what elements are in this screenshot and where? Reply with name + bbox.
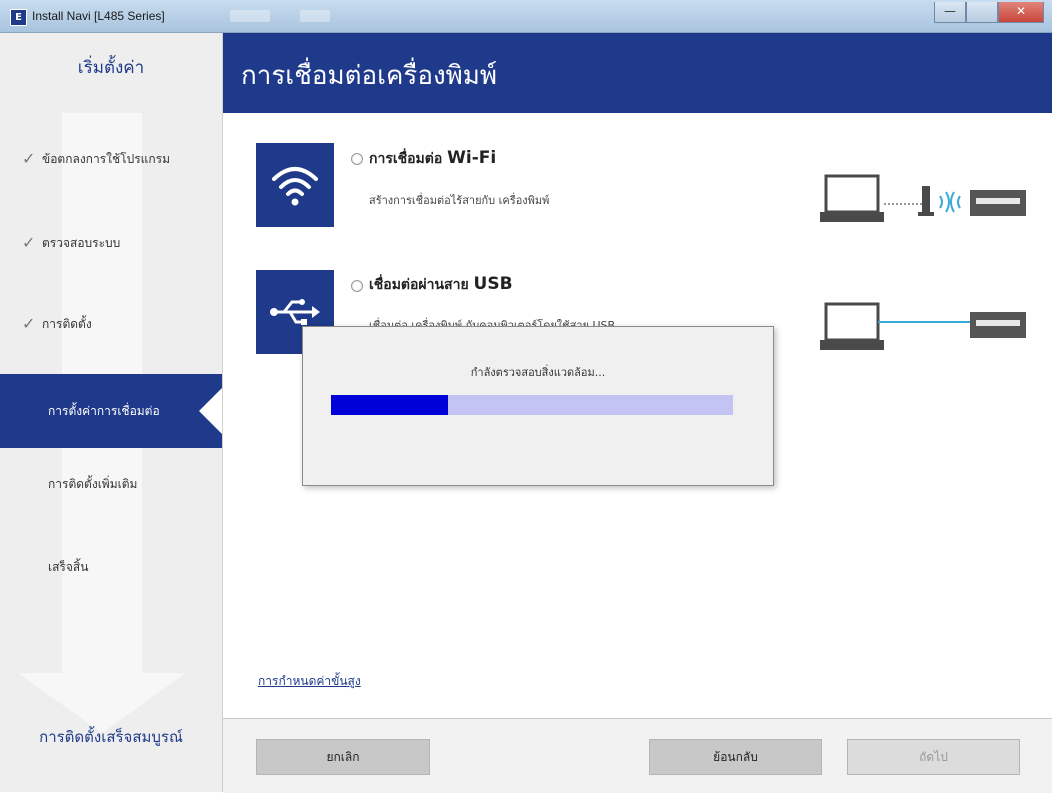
usb-radio[interactable] — [351, 280, 363, 292]
usb-option-description: เชื่อมต่อ เครื่องพิมพ์ กับคอมพิวเตอร์โดย… — [369, 319, 616, 326]
window-controls: — ✕ — [934, 2, 1044, 23]
sidebar-step-install: ✓ การติดตั้ง — [0, 304, 222, 344]
sidebar-step-connection-setup: การตั้งค่าการเชื่อมต่อ — [0, 374, 222, 448]
sidebar-step-label: เสร็จสิ้น — [48, 560, 89, 574]
wifi-option-title-suffix: Wi-Fi — [447, 148, 497, 168]
wifi-connection-illustration — [820, 174, 1026, 222]
window-titlebar: E Install Navi [L485 Series] — ✕ — [0, 0, 1052, 33]
next-button[interactable]: ถัดไป — [847, 739, 1020, 775]
progress-bar-fill — [331, 395, 448, 415]
sidebar-heading: เริ่มตั้งค่า — [77, 58, 145, 78]
progress-bar — [331, 395, 733, 415]
footer-bar: ยกเลิก ย้อนกลับ ถัดไป — [223, 718, 1052, 793]
page-header: การเชื่อมต่อเครื่องพิมพ์ — [223, 33, 1052, 113]
sidebar-footer-status: การติดตั้งเสร็จสมบูรณ์ — [39, 728, 183, 746]
sidebar-step-system-check: ✓ ตรวจสอบระบบ — [0, 223, 222, 263]
sidebar-step-label: ตรวจสอบระบบ — [42, 236, 121, 250]
progress-dialog: กำลังตรวจสอบสิ่งแวดล้อม... — [302, 326, 774, 486]
cancel-button[interactable]: ยกเลิก — [256, 739, 430, 775]
titlebar-decoration — [300, 10, 330, 22]
advanced-settings-link[interactable]: การกำหนดค่าขั้นสูง — [258, 672, 361, 691]
wifi-option-description: สร้างการเชื่อมต่อไร้สายกับ เครื่องพิมพ์ — [369, 194, 550, 207]
dialog-message: กำลังตรวจสอบสิ่งแวดล้อม... — [470, 366, 606, 379]
checkmark-icon: ✓ — [22, 314, 36, 333]
wifi-option-title-prefix: การเชื่อมต่อ — [369, 151, 443, 167]
wifi-option-title[interactable]: การเชื่อมต่อ Wi-Fi — [369, 148, 496, 170]
minimize-button[interactable]: — — [934, 2, 966, 23]
close-button[interactable]: ✕ — [998, 2, 1044, 23]
sidebar: เริ่มตั้งค่า ✓ ข้อตกลงการใช้โปรแกรม ✓ ตร… — [0, 33, 223, 792]
page-title: การเชื่อมต่อเครื่องพิมพ์ — [241, 61, 498, 91]
wifi-radio[interactable] — [351, 153, 363, 165]
titlebar-decoration — [230, 10, 270, 22]
wifi-icon[interactable] — [256, 143, 334, 227]
usb-option-title[interactable]: เชื่อมต่อผ่านสาย USB — [369, 274, 513, 296]
app-icon: E — [10, 9, 27, 26]
usb-connection-illustration — [820, 302, 1026, 350]
checkmark-icon: ✓ — [22, 149, 36, 168]
sidebar-step-label: การติดตั้ง — [42, 317, 92, 331]
maximize-button[interactable] — [966, 2, 998, 23]
usb-option-title-suffix: USB — [473, 274, 513, 294]
back-button[interactable]: ย้อนกลับ — [649, 739, 822, 775]
window-title: Install Navi [L485 Series] — [32, 9, 165, 23]
sidebar-step-label: ข้อตกลงการใช้โปรแกรม — [42, 152, 170, 166]
usb-option-title-prefix: เชื่อมต่อผ่านสาย — [369, 277, 469, 293]
progress-arrow-head-decoration — [18, 673, 186, 733]
sidebar-step-agreement: ✓ ข้อตกลงการใช้โปรแกรม — [0, 139, 222, 179]
sidebar-step-label: การตั้งค่าการเชื่อมต่อ — [48, 404, 160, 418]
sidebar-step-finish: เสร็จสิ้น — [0, 547, 222, 587]
sidebar-step-label: การติดตั้งเพิ่มเติม — [48, 477, 138, 491]
checkmark-icon: ✓ — [22, 233, 36, 252]
sidebar-step-additional-install: การติดตั้งเพิ่มเติม — [0, 464, 222, 504]
